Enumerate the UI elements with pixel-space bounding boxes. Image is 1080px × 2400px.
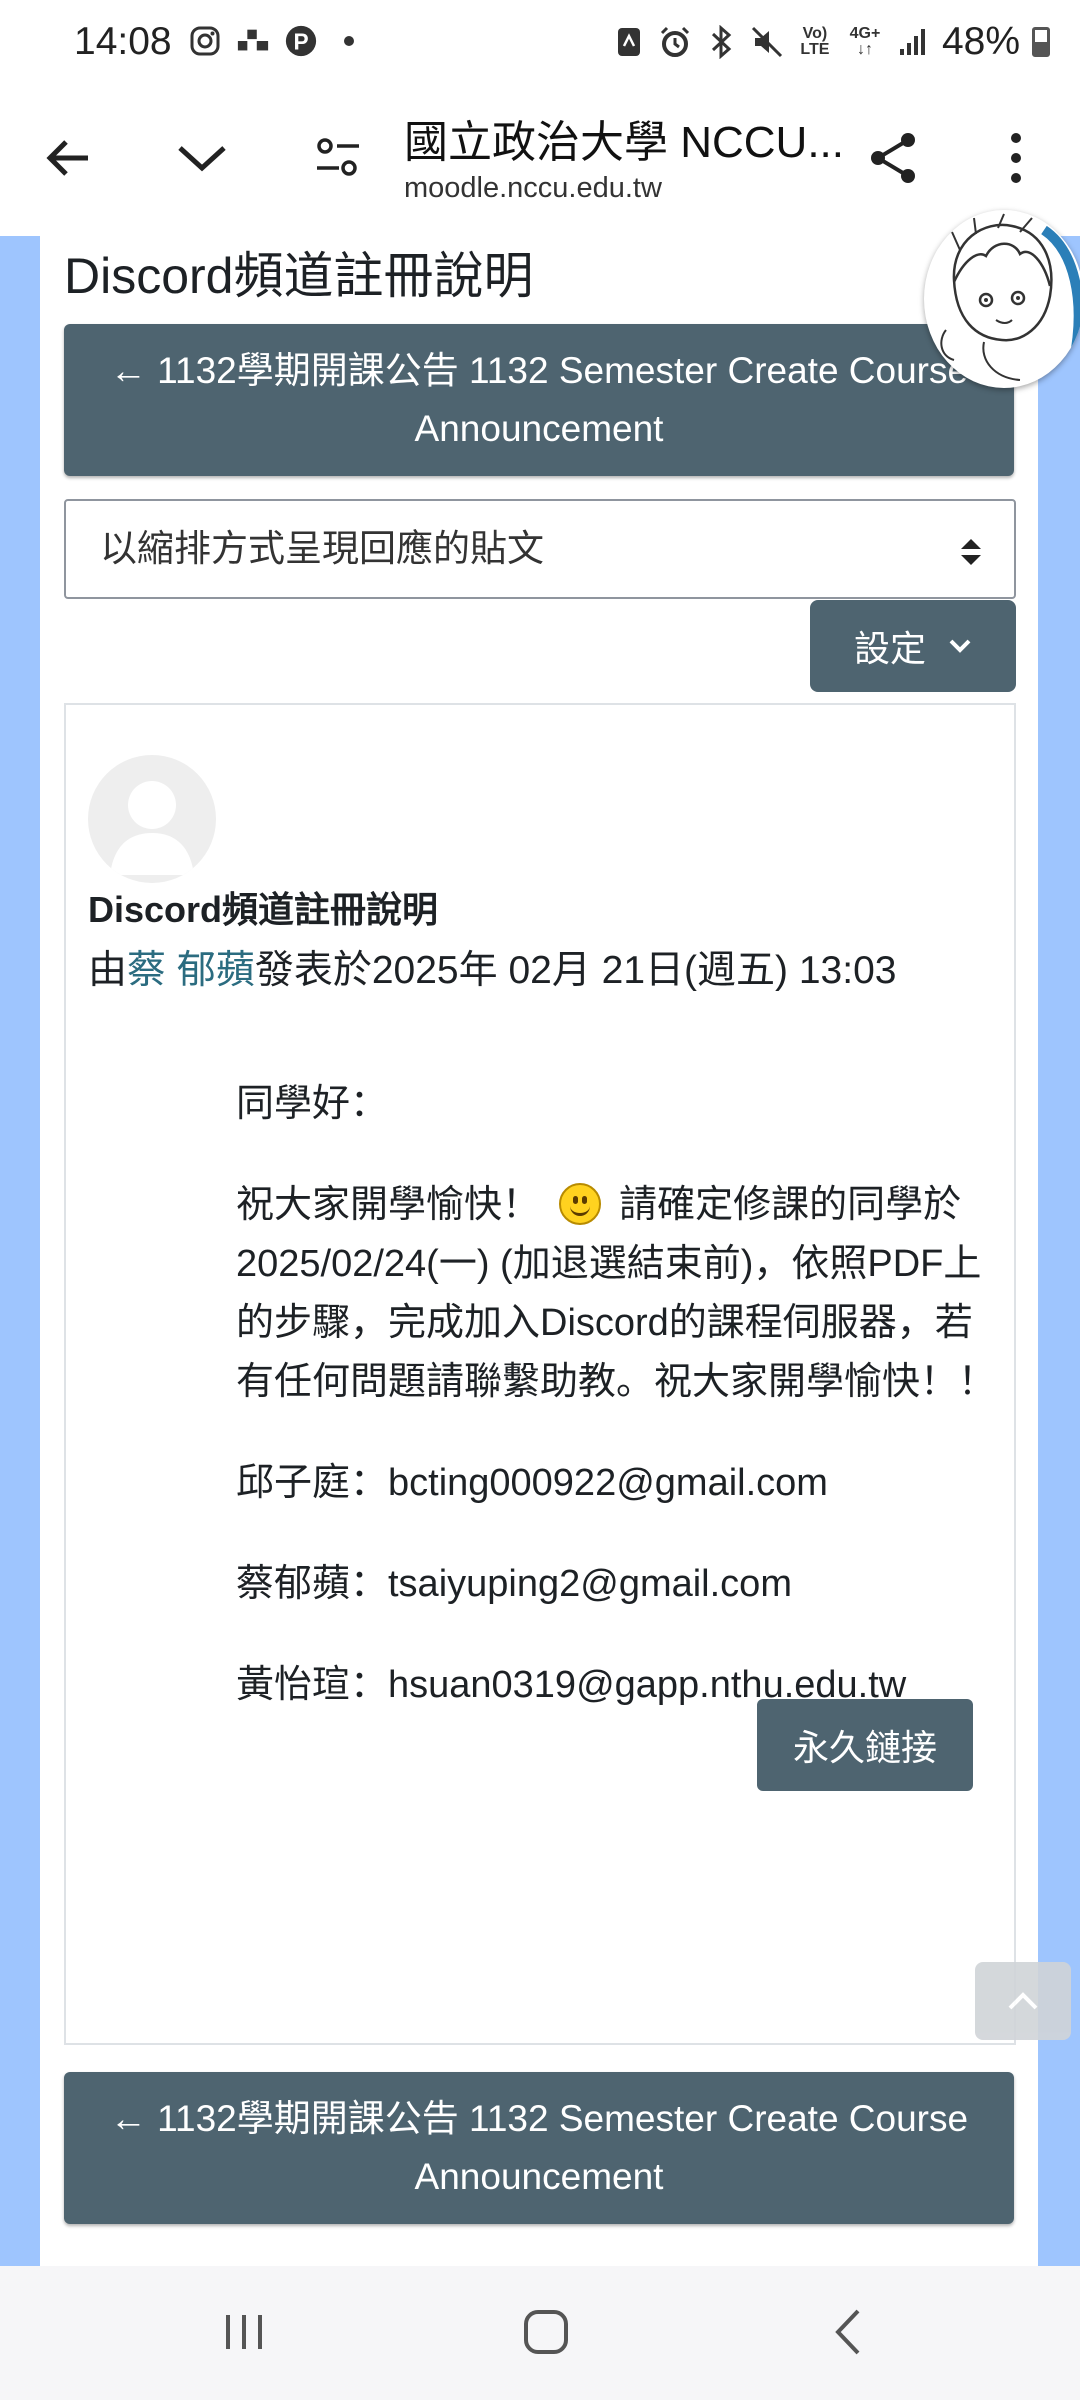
- bluetooth-icon: [704, 25, 738, 59]
- status-bar: 14:08 P Vo) LTE 4G+ ↓↑ 48%: [0, 0, 1080, 90]
- collapse-toolbar-button[interactable]: [164, 120, 240, 196]
- battery-icon: [1032, 27, 1050, 57]
- system-navigation-bar: [0, 2266, 1080, 2400]
- recent-apps-icon: [226, 2315, 262, 2349]
- data-4g-icon: 4G+ ↓↑: [849, 25, 881, 58]
- settings-label: 設定: [853, 628, 926, 669]
- prev-discussion-link-top[interactable]: ← 1132學期開課公告 1132 Semester Create Course…: [64, 324, 1014, 476]
- p-app-icon: P: [284, 24, 318, 58]
- discussion-post: Discord頻道註冊說明 由蔡 郁蘋發表於2025年 02月 21日(週五) …: [64, 703, 1016, 2045]
- prev-discussion-link-bottom[interactable]: ← 1132學期開課公告 1132 Semester Create Course…: [64, 2072, 1014, 2224]
- back-chevron-icon: [835, 2309, 860, 2355]
- signal-icon: [896, 25, 930, 59]
- contact-line: 蔡郁蘋：tsaiyuping2@gmail.com: [236, 1563, 792, 1605]
- system-status-icons: Vo) LTE 4G+ ↓↑ 48%: [612, 20, 1050, 64]
- notification-icons: P: [188, 24, 366, 58]
- recent-apps-button[interactable]: [204, 2302, 284, 2362]
- page-title: Discord頻道註冊說明: [64, 248, 534, 304]
- permalink-button[interactable]: 永久鏈接: [757, 1699, 973, 1791]
- chevron-down-icon: [178, 146, 226, 172]
- instagram-icon: [188, 24, 222, 58]
- tune-icon: [317, 138, 359, 176]
- post-byline: 由蔡 郁蘋發表於2025年 02月 21日(週五) 13:03: [88, 949, 897, 992]
- alarm-icon: [658, 25, 692, 59]
- display-mode-select[interactable]: 以縮排方式呈現回應的貼文: [64, 499, 1016, 599]
- contact-line: 邱子庭：bcting000922@gmail.com: [236, 1462, 828, 1504]
- browser-page-title[interactable]: 國立政治大學 NCCU...: [404, 106, 844, 170]
- nfc-icon: [612, 25, 646, 59]
- smiley-emoji-icon: [558, 1183, 601, 1225]
- message-paragraph: 祝大家開學愉快！ 請確定修課的同學於2025/02/24(一) (加退選結束前)…: [236, 1183, 997, 1403]
- volte-icon: Vo) LTE: [800, 25, 830, 58]
- home-button[interactable]: [506, 2302, 586, 2362]
- battery-percent: 48%: [941, 20, 1020, 63]
- share-button[interactable]: [856, 120, 932, 196]
- author-link[interactable]: 蔡 郁蘋: [127, 949, 255, 992]
- back-button[interactable]: [30, 120, 106, 196]
- more-notifications-dot-icon: [332, 24, 366, 58]
- greeting-text: 同學好：: [236, 1083, 389, 1125]
- default-user-icon: [110, 781, 194, 875]
- settings-button[interactable]: 設定: [810, 600, 1016, 692]
- main-content: Discord頻道註冊說明 ← 1132學期開課公告 1132 Semester…: [40, 236, 1038, 2266]
- floating-assistant-avatar[interactable]: [924, 210, 1080, 388]
- browser-toolbar: 國立政治大學 NCCU... moodle.nccu.edu.tw: [0, 90, 1080, 238]
- arrow-left-icon: [46, 140, 88, 176]
- select-arrows-icon: [961, 539, 981, 565]
- post-message: 同學好： 祝大家開學愉快！ 請確定修課的同學於2025/02/24(一) (加退…: [236, 1075, 996, 1757]
- avatar[interactable]: [88, 755, 216, 883]
- svg-text:P: P: [293, 29, 308, 55]
- post-subject: Discord頻道註冊說明: [88, 889, 439, 930]
- chevron-down-icon: [949, 639, 971, 653]
- share-icon: [871, 133, 915, 183]
- system-back-button[interactable]: [808, 2302, 888, 2362]
- more-vert-icon: [1011, 133, 1021, 183]
- display-mode-value: 以縮排方式呈現回應的貼文: [100, 528, 544, 569]
- status-time: 14:08: [74, 20, 172, 63]
- grid-app-icon: [236, 24, 270, 58]
- page-settings-button[interactable]: [300, 120, 376, 196]
- mute-icon: [750, 25, 784, 59]
- chevron-up-icon: [1008, 1992, 1038, 2010]
- more-menu-button[interactable]: [978, 120, 1054, 196]
- cartoon-character-icon: [940, 213, 1080, 381]
- browser-url[interactable]: moodle.nccu.edu.tw: [404, 172, 662, 205]
- home-icon: [524, 2310, 568, 2354]
- scroll-to-top-button[interactable]: [975, 1962, 1071, 2040]
